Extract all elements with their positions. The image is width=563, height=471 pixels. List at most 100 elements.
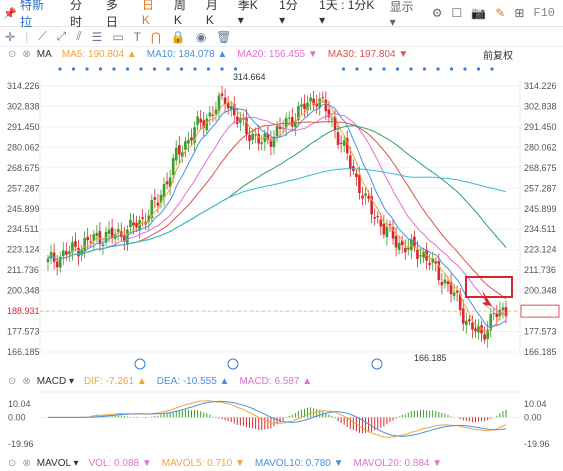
candle-body [474,328,477,332]
candle-body [248,135,251,141]
y-tick-right: 257.287 [524,183,557,193]
candle-body [483,334,486,340]
candle-body [303,103,306,110]
ma30-line [47,121,507,300]
candle-body [443,279,447,284]
close-icon[interactable]: ⊗ [22,376,30,387]
event-dot [179,67,184,71]
close-icon[interactable]: ⊗ [22,458,30,469]
macd-label[interactable]: MACD ▾ [37,376,74,387]
y-tick-right: 302.838 [524,101,557,111]
candle-body [403,247,407,253]
candle-body [251,133,254,140]
candle-body [330,118,334,120]
event-marker-icon [371,358,383,370]
candle-body [86,236,89,241]
candle-body [501,307,505,311]
candle-body [465,320,468,326]
candle-body [452,292,456,296]
candle-body [355,173,358,178]
candle-body [220,93,224,96]
event-dot [476,67,481,71]
candle-body [89,241,93,243]
candle-body [361,195,364,199]
candle-body [165,181,169,185]
event-dot [233,67,238,71]
candle-body [184,141,187,150]
event-dot [98,67,103,71]
volume-legend: ⊙ ⊗ MAVOL ▾ VOL: 0.088 ▼ MAVOL5: 0.710 ▼… [0,456,563,470]
candle-body [327,109,331,118]
candle-body [410,239,413,251]
candle-body [236,116,239,124]
y-tick-right: 223.124 [524,245,557,255]
y-tick-left: 314.226 [7,81,40,91]
candle-body [190,137,193,141]
event-dot [112,67,116,71]
event-dot [71,67,76,71]
candle-body [95,232,99,236]
candle-body [126,229,129,245]
event-dot [395,67,400,71]
candle-body [196,116,199,125]
macd-tick-left: -19.96 [8,439,34,449]
candle-body [382,223,386,235]
event-marker-icon [227,358,239,370]
candle-body [101,244,105,247]
y-tick-left: 257.287 [7,183,40,193]
candle-body [187,139,190,144]
candle-body [156,202,160,206]
candle-body [397,243,401,251]
kline-chart[interactable]: 314.226 314.226 302.838 302.838 291.450 291.4… [0,0,563,471]
candle-body [211,114,215,116]
candle-body [321,97,325,99]
candle-body [431,258,435,263]
y-tick-left: 166.185 [7,347,40,357]
vol-label[interactable]: MAVOL ▾ [37,458,79,469]
low-label: 166.185 [414,353,447,363]
y-tick-right: 245.899 [524,204,557,214]
y-tick-right: 177.573 [524,327,557,337]
macd-tick-right: 10.04 [524,399,547,409]
candle-body [367,195,370,199]
macd-legend: ⊙ ⊗ MACD ▾ DIF: -7.261 ▲ DEA: -10.555 ▲ … [0,374,563,388]
ma20-line [47,112,507,316]
event-dot [166,67,170,71]
y-tick-right: 200.348 [524,286,557,296]
event-dot [355,67,359,71]
event-dot [85,67,89,71]
event-marker-icon [134,358,146,370]
candle-body [406,247,410,250]
y-tick-right: 291.450 [524,122,557,132]
y-tick-left: 223.124 [7,245,40,255]
mavol20-value: MAVOL20: 0.884 ▼ [353,457,443,469]
y-tick-left: 200.348 [7,286,40,296]
candle-body [364,193,367,196]
y-tick-right: 268.675 [524,163,557,173]
candle-body [428,262,431,265]
candle-body [177,145,181,155]
event-dot [436,67,440,71]
candle-body [446,281,450,285]
y-tick-right: 211.736 [524,265,556,275]
y-tick-right: 234.511 [524,224,556,234]
candle-body [77,247,80,257]
candle-body [324,99,328,112]
candle-body [199,118,202,123]
candle-body [290,117,294,127]
candle-body [214,109,218,114]
collapse-icon[interactable]: ⊙ [8,458,16,469]
candle-body [174,147,178,161]
candle-body [153,197,157,200]
event-dot [206,67,211,71]
y-tick-left: 245.899 [7,204,40,214]
dif-value: DIF: -7.261 ▲ [84,375,147,387]
vol-value: VOL: 0.088 ▼ [88,457,152,469]
y-tick-left: 234.511 [7,224,39,234]
event-dot [449,67,454,71]
candle-body [55,261,59,268]
collapse-icon[interactable]: ⊙ [8,376,16,387]
candle-body [107,229,111,234]
event-dot [58,67,62,71]
candle-body [46,258,50,263]
